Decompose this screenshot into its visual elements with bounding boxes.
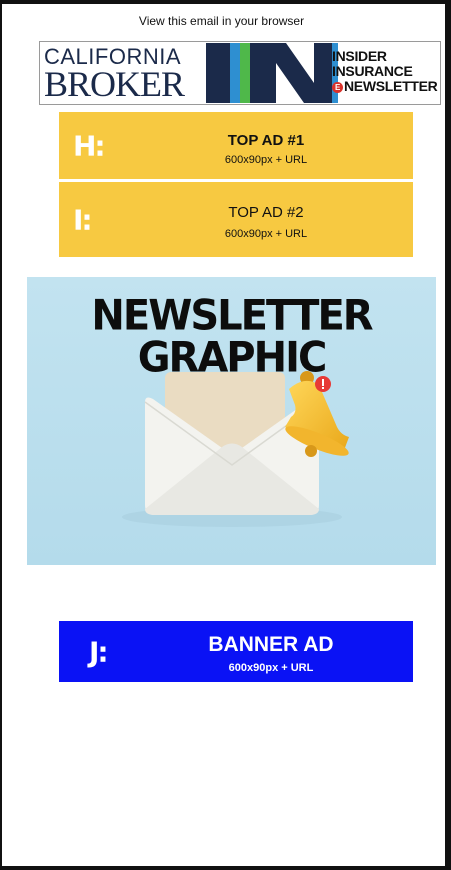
newsletter-graphic[interactable]: NEWSLETTER GRAPHIC bbox=[27, 277, 436, 565]
ad-subtitle: 600x90px + URL bbox=[224, 154, 308, 166]
masthead-logo: CALIFORNIA BROKER INSIDER INSURANCE E NEW… bbox=[39, 41, 441, 105]
top-ad-1[interactable]: H: TOP AD #1 600x90px + URL bbox=[59, 112, 413, 179]
insider-insurance-newsletter-text: INSIDER INSURANCE E NEWSLETTER bbox=[332, 48, 440, 94]
banner-ad[interactable]: J: BANNER AD 600x90px + URL bbox=[59, 621, 413, 682]
ad-title: TOP AD #2 bbox=[228, 204, 304, 221]
ad-subtitle: 600x90px + URL bbox=[224, 228, 308, 240]
california-broker-wordmark: CALIFORNIA BROKER bbox=[44, 44, 211, 104]
ad-title: TOP AD #1 bbox=[227, 132, 305, 149]
banner-subtitle: 600x90px + URL bbox=[228, 662, 314, 674]
ad-code-label: J: bbox=[89, 635, 109, 668]
insider-text: INSIDER bbox=[332, 48, 387, 64]
view-in-browser-link[interactable]: View this email in your browser bbox=[0, 14, 443, 28]
ad-code-label: I: bbox=[73, 203, 93, 236]
graphic-title-line-2: GRAPHIC bbox=[137, 333, 328, 383]
broker-text: BROKER bbox=[44, 64, 185, 104]
banner-title: BANNER AD bbox=[208, 633, 334, 656]
newsletter-line: E NEWSLETTER bbox=[332, 78, 440, 94]
insurance-text: INSURANCE bbox=[332, 63, 413, 79]
e-badge-icon: E bbox=[332, 82, 343, 93]
top-ad-2[interactable]: I: TOP AD #2 600x90px + URL bbox=[59, 182, 413, 257]
ad-code-label: H: bbox=[73, 129, 106, 162]
newsletter-text: NEWSLETTER bbox=[344, 78, 438, 94]
